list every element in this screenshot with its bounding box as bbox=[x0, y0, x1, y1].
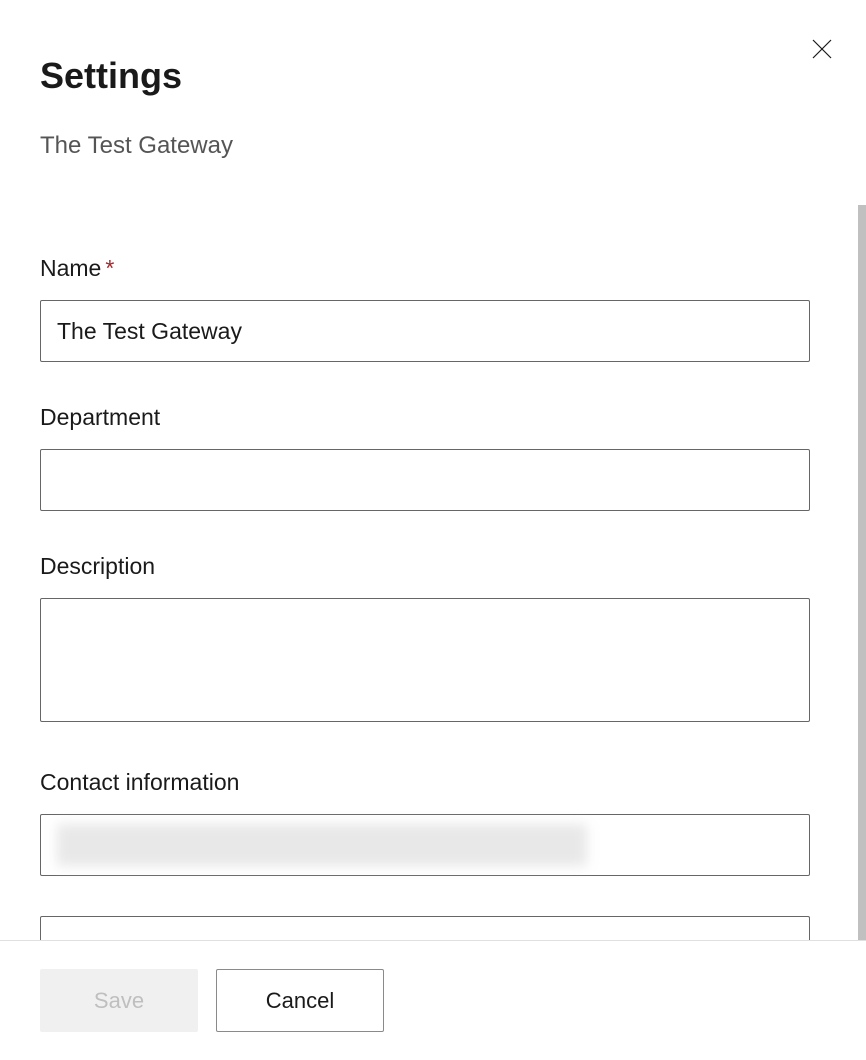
cancel-button[interactable]: Cancel bbox=[216, 969, 384, 1032]
department-field-group: Department bbox=[40, 404, 826, 511]
save-button[interactable]: Save bbox=[40, 969, 198, 1032]
name-input[interactable] bbox=[40, 300, 810, 362]
department-input[interactable] bbox=[40, 449, 810, 511]
contact-label: Contact information bbox=[40, 769, 826, 796]
footer: Save Cancel bbox=[0, 940, 866, 1060]
name-label: Name* bbox=[40, 255, 826, 282]
close-icon bbox=[810, 37, 834, 61]
description-input[interactable] bbox=[40, 598, 810, 722]
description-label: Description bbox=[40, 553, 826, 580]
settings-panel: Settings The Test Gateway Name* Departme… bbox=[0, 0, 866, 1060]
page-subtitle: The Test Gateway bbox=[40, 132, 826, 160]
contact-field-group: Contact information bbox=[40, 769, 826, 940]
close-button[interactable] bbox=[808, 35, 836, 63]
description-field-group: Description bbox=[40, 553, 826, 727]
contact-input[interactable] bbox=[40, 814, 810, 876]
required-asterisk: * bbox=[105, 255, 114, 281]
page-title: Settings bbox=[40, 55, 826, 97]
blurred-contact-value bbox=[57, 824, 587, 866]
name-field-group: Name* bbox=[40, 255, 826, 362]
department-label: Department bbox=[40, 404, 826, 431]
scrollbar[interactable] bbox=[858, 205, 866, 940]
additional-input-partial[interactable] bbox=[40, 916, 810, 940]
settings-content: Settings The Test Gateway Name* Departme… bbox=[0, 0, 866, 940]
